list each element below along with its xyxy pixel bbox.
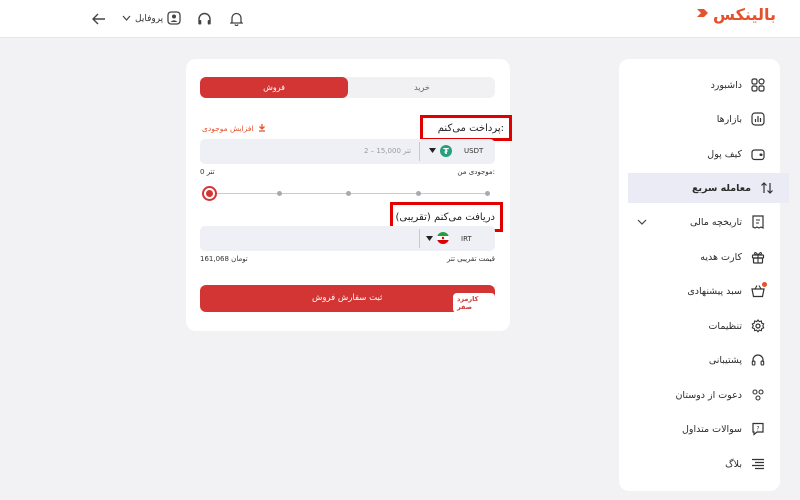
sidebar-item-wallet[interactable]: کیف پول bbox=[619, 139, 780, 169]
amount-slider-thumb[interactable] bbox=[202, 186, 217, 201]
receive-label-text: دریافت می‌کنم (تقریبی) bbox=[395, 211, 496, 223]
zero-fee-badge: کارمزد صفر bbox=[453, 293, 495, 313]
back-arrow-icon[interactable] bbox=[90, 10, 108, 28]
bell-icon[interactable] bbox=[227, 10, 245, 28]
wallet-icon bbox=[750, 146, 766, 162]
brand-logo[interactable]: بالینکس bbox=[696, 5, 776, 24]
price-row: 161,068 تومان قیمت تقریبی تتر bbox=[200, 255, 495, 263]
sidebar-item-dashboard[interactable]: داشبورد bbox=[619, 70, 780, 100]
sidebar-item-label: تنظیمات bbox=[708, 320, 742, 332]
grid-icon bbox=[750, 77, 766, 93]
notification-dot bbox=[762, 282, 767, 287]
sidebar-item-gift-card[interactable]: کارت هدیه bbox=[619, 242, 780, 272]
top-header: بالینکس پروفایل bbox=[0, 0, 800, 38]
input-divider bbox=[419, 142, 420, 161]
sidebar-item-settings[interactable]: تنظیمات bbox=[619, 311, 780, 341]
blog-icon bbox=[750, 456, 766, 472]
pay-currency-code: USDT bbox=[464, 147, 484, 155]
sidebar-item-suggested-basket[interactable]: سبد پیشنهادی bbox=[619, 276, 780, 306]
logo-text: بالینکس bbox=[712, 5, 776, 24]
receive-currency-select[interactable]: IRT bbox=[426, 232, 472, 246]
sidebar-item-label: پشتیبانی bbox=[708, 354, 742, 366]
slider-step[interactable] bbox=[277, 191, 282, 196]
balance-label: موجودی من: bbox=[457, 168, 495, 176]
receive-currency-code: IRT bbox=[461, 235, 472, 243]
iran-flag-icon bbox=[437, 232, 449, 246]
sidebar-item-financial-history[interactable]: تاریخچه مالی bbox=[619, 207, 780, 237]
receipt-icon bbox=[750, 214, 766, 230]
slider-thumb-center bbox=[206, 190, 213, 197]
sidebar-item-label: کارت هدیه bbox=[700, 251, 742, 263]
chevron-down-icon[interactable] bbox=[637, 217, 647, 228]
headset-icon bbox=[750, 352, 766, 368]
headset-support-icon[interactable] bbox=[195, 10, 213, 28]
sidebar-item-label: داشبورد bbox=[710, 79, 742, 91]
quick-trade-card: فروش خرید افزایش موجودی پرداخت می‌کنم: 2… bbox=[186, 59, 512, 331]
tab-buy[interactable]: خرید bbox=[349, 77, 495, 98]
receive-amount-input[interactable]: IRT bbox=[200, 226, 495, 251]
pay-label: پرداخت می‌کنم: bbox=[420, 115, 512, 141]
sidebar: داشبورد بازارها کیف پول معامله سریع تاری… bbox=[619, 59, 789, 491]
profile-label: پروفایل bbox=[135, 14, 164, 24]
submit-sell-order-button[interactable]: ثبت سفارش فروش کارمزد صفر bbox=[200, 285, 495, 313]
profile-menu[interactable]: پروفایل bbox=[122, 10, 181, 28]
balance-value: 0 تتر bbox=[200, 168, 215, 176]
increase-balance-link[interactable]: افزایش موجودی bbox=[202, 123, 266, 134]
sidebar-item-label: سوالات متداول bbox=[682, 423, 742, 435]
balance-row: 0 تتر موجودی من: bbox=[200, 168, 495, 176]
slider-step[interactable] bbox=[485, 191, 490, 196]
slider-step[interactable] bbox=[346, 191, 351, 196]
sidebar-item-label: سبد پیشنهادی bbox=[687, 285, 742, 297]
chart-icon bbox=[750, 111, 766, 127]
input-divider bbox=[419, 229, 420, 248]
sidebar-item-label: تاریخچه مالی bbox=[690, 216, 742, 228]
submit-label: ثبت سفارش فروش bbox=[312, 293, 383, 303]
tether-icon: ₮ bbox=[440, 145, 452, 157]
gift-icon bbox=[750, 249, 766, 265]
sidebar-item-support[interactable]: پشتیبانی bbox=[619, 345, 780, 375]
amount-slider-track[interactable] bbox=[209, 191, 490, 196]
slider-step[interactable] bbox=[416, 191, 421, 196]
sidebar-item-blog[interactable]: بلاگ bbox=[619, 449, 780, 479]
price-label: قیمت تقریبی تتر bbox=[447, 255, 495, 263]
chevron-down-icon bbox=[122, 14, 131, 24]
price-value: 161,068 تومان bbox=[200, 255, 248, 263]
logo-mark-icon bbox=[696, 7, 710, 23]
pay-amount-input[interactable]: 2 – 15,000 تتر ₮ USDT bbox=[200, 139, 495, 164]
svg-text:?: ? bbox=[756, 425, 759, 432]
user-icon bbox=[167, 10, 181, 28]
sidebar-item-label: معامله سریع bbox=[692, 182, 751, 194]
sidebar-item-label: بازارها bbox=[716, 113, 742, 125]
sidebar-item-markets[interactable]: بازارها bbox=[619, 104, 780, 134]
pay-currency-select[interactable]: ₮ USDT bbox=[429, 145, 483, 157]
sidebar-item-quick-trade[interactable]: معامله سریع bbox=[628, 173, 789, 203]
tab-sell[interactable]: فروش bbox=[200, 77, 348, 98]
caret-down-icon bbox=[429, 147, 436, 155]
gear-icon bbox=[750, 318, 766, 334]
sidebar-item-label: کیف پول bbox=[707, 148, 742, 160]
faq-icon: ? bbox=[750, 421, 766, 437]
trade-tabs: فروش خرید bbox=[200, 77, 495, 98]
basket-icon bbox=[750, 282, 767, 299]
sidebar-item-label: بلاگ bbox=[725, 458, 742, 470]
pay-label-text: پرداخت می‌کنم: bbox=[437, 122, 504, 134]
sidebar-item-faq[interactable]: سوالات متداول ? bbox=[619, 414, 780, 444]
caret-down-icon bbox=[426, 235, 433, 243]
sidebar-item-invite-friends[interactable]: دعوت از دوستان bbox=[619, 380, 780, 410]
swap-arrows-icon bbox=[759, 180, 775, 196]
pay-amount-placeholder: 2 – 15,000 تتر bbox=[364, 147, 412, 155]
users-icon bbox=[750, 387, 766, 403]
boost-label: افزایش موجودی bbox=[202, 124, 254, 133]
deposit-icon bbox=[258, 123, 266, 134]
sidebar-item-label: دعوت از دوستان bbox=[675, 389, 742, 401]
